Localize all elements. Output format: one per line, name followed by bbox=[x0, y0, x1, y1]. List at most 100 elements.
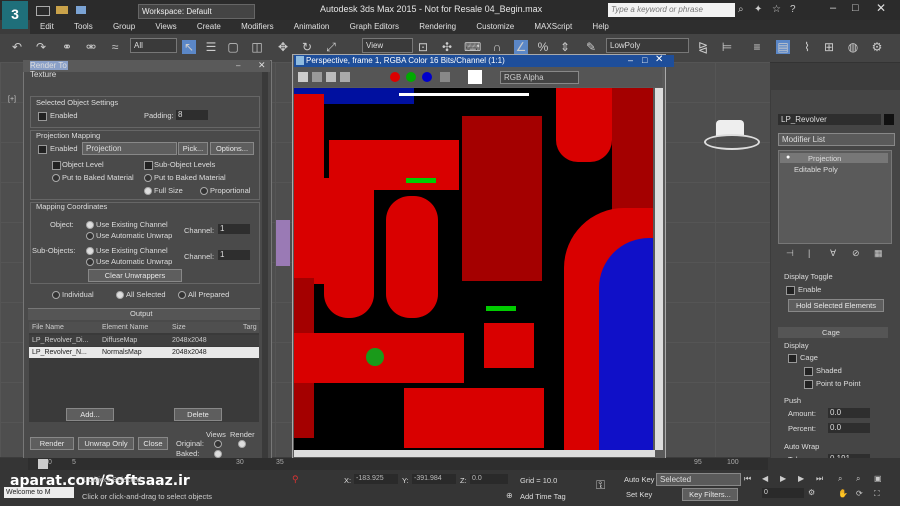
percent-spinner[interactable]: 0.0 bbox=[828, 423, 870, 433]
unlink-icon[interactable]: ⚮ bbox=[84, 40, 98, 54]
padding-spinner[interactable]: 8 bbox=[176, 110, 208, 120]
sub-object-levels-checkbox[interactable] bbox=[144, 161, 153, 170]
save-file-icon[interactable] bbox=[76, 6, 86, 14]
scale-icon[interactable]: ⤢ bbox=[324, 40, 338, 54]
menu-animation[interactable]: Animation bbox=[294, 20, 330, 34]
menu-modifiers[interactable]: Modifiers bbox=[241, 20, 273, 34]
use-auto-radio-2[interactable] bbox=[86, 258, 94, 266]
use-existing-radio-1[interactable] bbox=[86, 221, 94, 229]
next-frame-icon[interactable]: ▶ bbox=[798, 474, 804, 483]
infocenter-icon[interactable]: ✦ bbox=[754, 4, 762, 15]
timeline[interactable] bbox=[28, 458, 768, 470]
z-coordinate-field[interactable]: 0.0 bbox=[470, 474, 508, 484]
amount-spinner[interactable]: 0.0 bbox=[828, 408, 870, 418]
select-object-icon[interactable]: ↖ bbox=[182, 40, 196, 54]
point-to-point-checkbox[interactable] bbox=[804, 380, 813, 389]
graphite-ribbon-icon[interactable]: ▤ bbox=[776, 40, 790, 54]
minimize-icon[interactable]: – bbox=[830, 2, 836, 14]
add-time-tag-button[interactable]: Add Time Tag bbox=[520, 492, 566, 501]
current-frame-field[interactable]: 0 bbox=[762, 488, 804, 498]
object-level-checkbox[interactable] bbox=[52, 161, 61, 170]
pan-icon[interactable]: ✋ bbox=[838, 489, 848, 498]
dialog-scrollbar[interactable] bbox=[262, 72, 268, 458]
proportional-radio[interactable] bbox=[200, 187, 208, 195]
close-window-icon[interactable]: ✕ bbox=[876, 1, 886, 15]
zoom-all-icon[interactable]: ⌕ bbox=[856, 474, 860, 484]
channel-display-dropdown[interactable]: RGB Alpha bbox=[500, 71, 579, 84]
dialog-minimize-icon[interactable]: – bbox=[236, 61, 240, 70]
search-icon[interactable]: ⌕ bbox=[738, 4, 744, 15]
selection-filter-dropdown[interactable]: All bbox=[130, 38, 177, 53]
put-to-baked-radio-2[interactable] bbox=[144, 174, 152, 182]
layer-manager-icon[interactable]: ≡ bbox=[750, 40, 764, 54]
search-input[interactable]: Type a keyword or phrase bbox=[608, 3, 735, 17]
goto-end-icon[interactable]: ⏭ bbox=[816, 474, 823, 484]
align-icon[interactable]: ⊨ bbox=[720, 40, 734, 54]
object-name-field[interactable]: LP_Revolver bbox=[778, 114, 881, 125]
full-size-radio[interactable] bbox=[144, 187, 152, 195]
play-icon[interactable]: ▶ bbox=[780, 474, 786, 483]
frame-close-icon[interactable]: ✕ bbox=[655, 54, 663, 65]
column-element-name[interactable]: Element Name bbox=[102, 324, 148, 331]
remove-modifier-icon[interactable]: ⊘ bbox=[852, 248, 860, 259]
render-button[interactable]: Render bbox=[30, 437, 74, 450]
reference-coord-dropdown[interactable]: View bbox=[362, 38, 413, 53]
menu-rendering[interactable]: Rendering bbox=[419, 20, 456, 34]
baked-views-radio[interactable] bbox=[214, 450, 222, 458]
select-by-name-icon[interactable]: ☰ bbox=[204, 40, 218, 54]
new-scene-icon[interactable] bbox=[36, 6, 50, 16]
mirror-icon[interactable]: ⧎ bbox=[696, 40, 710, 54]
unwrap-only-button[interactable]: Unwrap Only bbox=[78, 437, 134, 450]
cage-checkbox[interactable] bbox=[788, 354, 797, 363]
undo-icon[interactable]: ↶ bbox=[10, 40, 24, 54]
enable-checkbox[interactable] bbox=[786, 286, 795, 295]
zoom-extents-icon[interactable]: ▣ bbox=[874, 474, 882, 483]
key-icon[interactable]: ⚿ bbox=[596, 478, 605, 493]
channel-spinner-1[interactable]: 1 bbox=[218, 224, 250, 234]
pin-icon[interactable]: ⚲ bbox=[292, 474, 299, 485]
key-filters-button[interactable]: Key Filters... bbox=[682, 488, 738, 501]
time-slider[interactable] bbox=[38, 459, 48, 469]
original-views-radio[interactable] bbox=[214, 440, 222, 448]
channel-spinner-2[interactable]: 1 bbox=[218, 250, 250, 260]
baked-texture-canvas[interactable] bbox=[294, 88, 653, 450]
maximize-viewport-icon[interactable]: ⛶ bbox=[874, 489, 880, 499]
save-image-icon[interactable] bbox=[298, 72, 308, 82]
auto-key-button[interactable]: Auto Key bbox=[624, 475, 654, 484]
snaps-toggle-icon[interactable]: ∩ bbox=[490, 40, 504, 54]
pivot-center-icon[interactable]: ⊡ bbox=[416, 40, 430, 54]
link-icon[interactable]: ⚭ bbox=[60, 40, 74, 54]
frame-maximize-icon[interactable]: □ bbox=[642, 55, 647, 65]
time-config-icon[interactable]: ⚙ bbox=[808, 488, 815, 497]
pin-stack-icon[interactable]: ⊣ bbox=[786, 248, 794, 259]
redo-icon[interactable]: ↷ bbox=[34, 40, 48, 54]
key-mode-dropdown[interactable]: Selected bbox=[656, 473, 741, 486]
menu-help[interactable]: Help bbox=[592, 20, 608, 34]
menu-create[interactable]: Create bbox=[197, 20, 221, 34]
render-setup-icon[interactable]: ⚙ bbox=[870, 40, 884, 54]
menu-tools[interactable]: Tools bbox=[74, 20, 93, 34]
edit-named-selection-icon[interactable]: ✎ bbox=[584, 40, 598, 54]
prev-frame-icon[interactable]: ◀ bbox=[762, 474, 768, 483]
time-tag-icon[interactable]: ⊕ bbox=[506, 491, 513, 500]
open-file-icon[interactable] bbox=[56, 6, 68, 14]
clear-frame-icon[interactable] bbox=[340, 72, 350, 82]
rect-selection-icon[interactable]: ▢ bbox=[226, 40, 240, 54]
zoom-icon[interactable]: ⌕ bbox=[838, 474, 842, 484]
modifier-list-dropdown[interactable]: Modifier List bbox=[778, 133, 895, 146]
all-selected-radio[interactable] bbox=[116, 291, 124, 299]
configure-sets-icon[interactable]: ▦ bbox=[874, 248, 883, 259]
projection-dropdown[interactable]: Projection bbox=[82, 142, 177, 155]
bind-space-warp-icon[interactable]: ≈ bbox=[108, 40, 122, 54]
blue-channel-icon[interactable] bbox=[422, 72, 432, 82]
workspace-dropdown[interactable]: Workspace: Default bbox=[138, 4, 255, 19]
orbit-icon[interactable]: ⟳ bbox=[856, 489, 863, 498]
frame-horizontal-scrollbar[interactable] bbox=[294, 450, 655, 457]
options-button[interactable]: Options... bbox=[210, 142, 254, 155]
bulb-icon[interactable]: ● bbox=[786, 154, 790, 161]
menu-customize[interactable]: Customize bbox=[476, 20, 514, 34]
alpha-channel-icon[interactable] bbox=[440, 72, 450, 82]
shaded-checkbox[interactable] bbox=[804, 367, 813, 376]
goto-start-icon[interactable]: ⏮ bbox=[744, 474, 751, 484]
keyboard-shortcut-icon[interactable]: ⌨ bbox=[464, 40, 481, 54]
